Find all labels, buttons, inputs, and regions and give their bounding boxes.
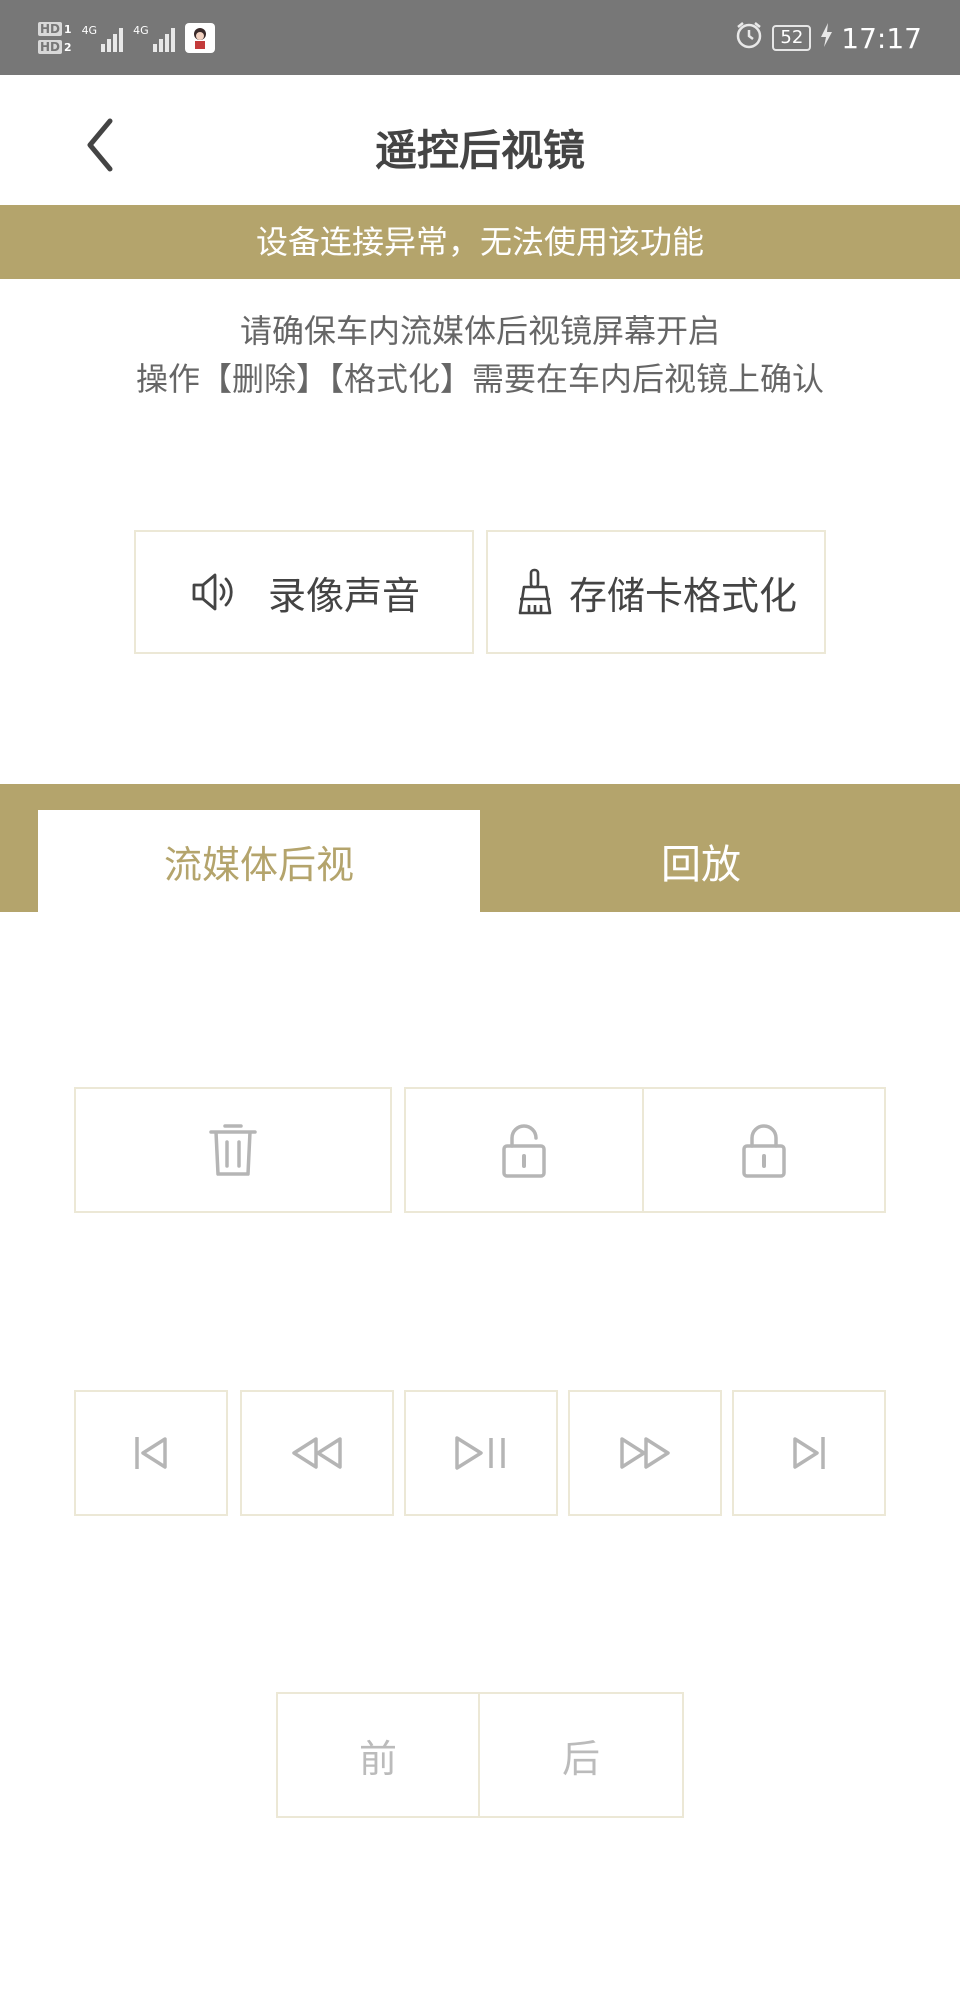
alarm-icon (734, 20, 764, 57)
tab-playback[interactable]: 回放 (480, 810, 922, 912)
skip-next-icon (793, 1437, 825, 1469)
clock: 17:17 (841, 21, 922, 55)
network1-label: 4G (81, 24, 98, 37)
status-left: HD 1 HD 2 4G 4G (38, 10, 215, 66)
fast-forward-icon (620, 1437, 670, 1469)
signal-icon: 4G (133, 24, 175, 52)
hd2-sub: 2 (64, 40, 72, 54)
front-camera-label: 前 (358, 1736, 397, 1781)
notice-line-2: 操作【删除】【格式化】需要在车内后视镜上确认 (135, 360, 824, 398)
charging-icon (819, 22, 833, 55)
skip-previous-icon (135, 1437, 167, 1469)
rear-camera-button[interactable]: 后 (478, 1692, 684, 1818)
app-avatar-icon (184, 23, 215, 53)
status-bar: HD 1 HD 2 4G 4G 52 17:17 (0, 0, 960, 75)
format-card-button[interactable]: 存储卡格式化 (486, 530, 826, 654)
hd1-sub: 1 (64, 22, 72, 36)
fast-forward-button[interactable] (568, 1390, 722, 1516)
speaker-icon (192, 573, 233, 611)
rewind-icon (292, 1437, 342, 1469)
play-pause-icon (455, 1436, 505, 1470)
hd1-indicator: HD 1 (38, 22, 72, 36)
page-title: 遥控后视镜 (374, 126, 585, 175)
rewind-button[interactable] (240, 1390, 394, 1516)
broom-icon (518, 568, 552, 615)
battery-icon: 52 (772, 25, 812, 51)
unlock-button[interactable] (404, 1087, 644, 1213)
connection-error-banner: 设备连接异常，无法使用该功能 (0, 205, 960, 279)
delete-button[interactable] (74, 1087, 392, 1213)
tab-streaming-mirror[interactable]: 流媒体后视 (38, 810, 480, 912)
skip-previous-button[interactable] (74, 1390, 228, 1516)
lock-icon (742, 1124, 786, 1178)
rear-camera-label: 后 (561, 1736, 600, 1781)
signal-icon: 4G (82, 24, 124, 52)
hd-indicators: HD 1 HD 2 (38, 22, 72, 54)
lock-button[interactable] (642, 1087, 886, 1213)
skip-next-button[interactable] (732, 1390, 886, 1516)
hd1-label: HD (38, 22, 63, 36)
front-camera-button[interactable]: 前 (276, 1692, 480, 1818)
notice-line-1: 请确保车内流媒体后视镜屏幕开启 (239, 312, 720, 350)
record-sound-label: 录像声音 (267, 573, 420, 618)
status-right: 52 17:17 (734, 14, 922, 62)
header: 遥控后视镜 (0, 75, 960, 205)
play-pause-button[interactable] (404, 1390, 558, 1516)
unlock-icon (502, 1124, 546, 1178)
network2-label: 4G (133, 24, 149, 37)
trash-icon (209, 1124, 257, 1176)
format-card-label: 存储卡格式化 (568, 573, 797, 618)
hd2-label: HD (38, 40, 63, 54)
record-sound-button[interactable]: 录像声音 (134, 530, 474, 654)
hd2-indicator: HD 2 (38, 40, 72, 54)
